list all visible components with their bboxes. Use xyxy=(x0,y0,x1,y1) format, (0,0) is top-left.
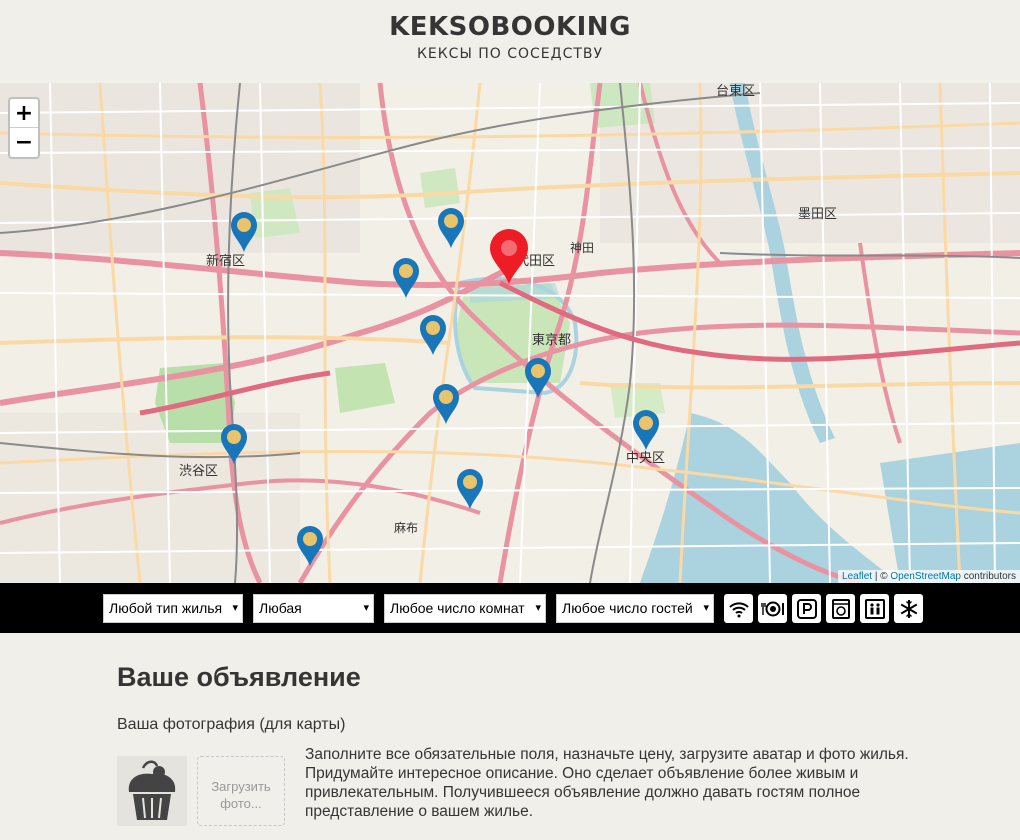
osm-link[interactable]: OpenStreetMap xyxy=(890,571,961,582)
feature-elevator[interactable] xyxy=(860,594,889,623)
conditioner-icon xyxy=(900,599,917,618)
map-pin-offer[interactable] xyxy=(392,257,420,299)
elevator-icon xyxy=(864,598,885,619)
guests-select[interactable]: Любое число гостей ▾ xyxy=(556,594,714,623)
price-select[interactable]: Любая ▾ xyxy=(253,594,374,623)
feature-dishwasher[interactable] xyxy=(758,594,787,623)
map[interactable]: 台東区 墨田区 新宿区 千代田区 東京都 中央区 渋谷区 麻布 神田 + − L… xyxy=(0,83,1020,583)
feature-conditioner[interactable] xyxy=(894,594,923,623)
site-header: KEKSOBOOKING КЕКСЫ ПО СОСЕДСТВУ xyxy=(0,0,1020,83)
dishwasher-icon xyxy=(760,601,784,616)
form-title: Ваше объявление xyxy=(117,662,361,692)
map-tiles xyxy=(0,83,1020,583)
chevron-down-icon: ▾ xyxy=(535,602,541,614)
rooms-value: Любое число комнат xyxy=(390,600,525,616)
map-pin-offer[interactable] xyxy=(437,207,465,249)
feature-wifi[interactable] xyxy=(724,594,753,623)
avatar-field-label: Ваша фотография (для карты) xyxy=(117,716,346,733)
chevron-down-icon: ▾ xyxy=(363,602,369,614)
feature-washer[interactable] xyxy=(826,594,855,623)
logo-title: KEKSOBOOKING xyxy=(389,12,631,42)
zoom-control: + − xyxy=(8,97,40,159)
map-attribution: Leaflet | © OpenStreetMap contributors xyxy=(838,570,1020,583)
map-pin-offer[interactable] xyxy=(296,525,324,567)
place-label-azabu: 麻布 xyxy=(394,521,419,535)
price-value: Любая xyxy=(259,600,302,616)
place-label-sumida: 墨田区 xyxy=(798,207,838,222)
zoom-in-button[interactable]: + xyxy=(10,99,38,128)
avatar-preview xyxy=(117,756,187,826)
form-instructions: Заполните все обязательные поля, назначь… xyxy=(305,746,909,820)
wifi-icon xyxy=(728,601,749,617)
attribution-suffix: contributors xyxy=(960,571,1016,582)
guests-value: Любое число гостей xyxy=(562,600,693,616)
parking-icon xyxy=(796,598,817,619)
feature-parking[interactable] xyxy=(792,594,821,623)
map-main-pin[interactable] xyxy=(489,229,529,285)
housing-type-value: Любой тип жилья xyxy=(109,600,223,616)
muffin-icon xyxy=(128,760,176,820)
attribution-separator: | © xyxy=(872,571,891,582)
logo-subtitle: КЕКСЫ ПО СОСЕДСТВУ xyxy=(416,46,604,62)
washer-icon xyxy=(831,598,850,619)
zoom-out-button[interactable]: − xyxy=(10,128,38,157)
map-pin-offer[interactable] xyxy=(419,314,447,356)
map-pin-offer[interactable] xyxy=(524,357,552,399)
chevron-down-icon: ▾ xyxy=(232,602,238,614)
map-pin-offer[interactable] xyxy=(456,468,484,510)
place-label-tokyo-to: 東京都 xyxy=(532,333,572,348)
place-label-taito: 台東区 xyxy=(716,84,756,99)
map-pin-offer[interactable] xyxy=(220,423,248,465)
place-label-shibuya: 渋谷区 xyxy=(179,464,219,479)
housing-type-select[interactable]: Любой тип жилья ▾ xyxy=(103,594,243,623)
leaflet-link[interactable]: Leaflet xyxy=(842,571,872,582)
avatar-upload-dropzone[interactable]: Загрузить фото... xyxy=(197,756,285,826)
chevron-down-icon: ▾ xyxy=(703,602,709,614)
rooms-select[interactable]: Любое число комнат ▾ xyxy=(384,594,546,623)
map-pin-offer[interactable] xyxy=(632,409,660,451)
map-pin-offer[interactable] xyxy=(230,211,258,253)
map-pin-offer[interactable] xyxy=(432,383,460,425)
map-filters: Любой тип жилья ▾ Любая ▾ Любое число комн… xyxy=(0,583,1020,633)
place-label-kanda: 神田 xyxy=(570,241,595,255)
